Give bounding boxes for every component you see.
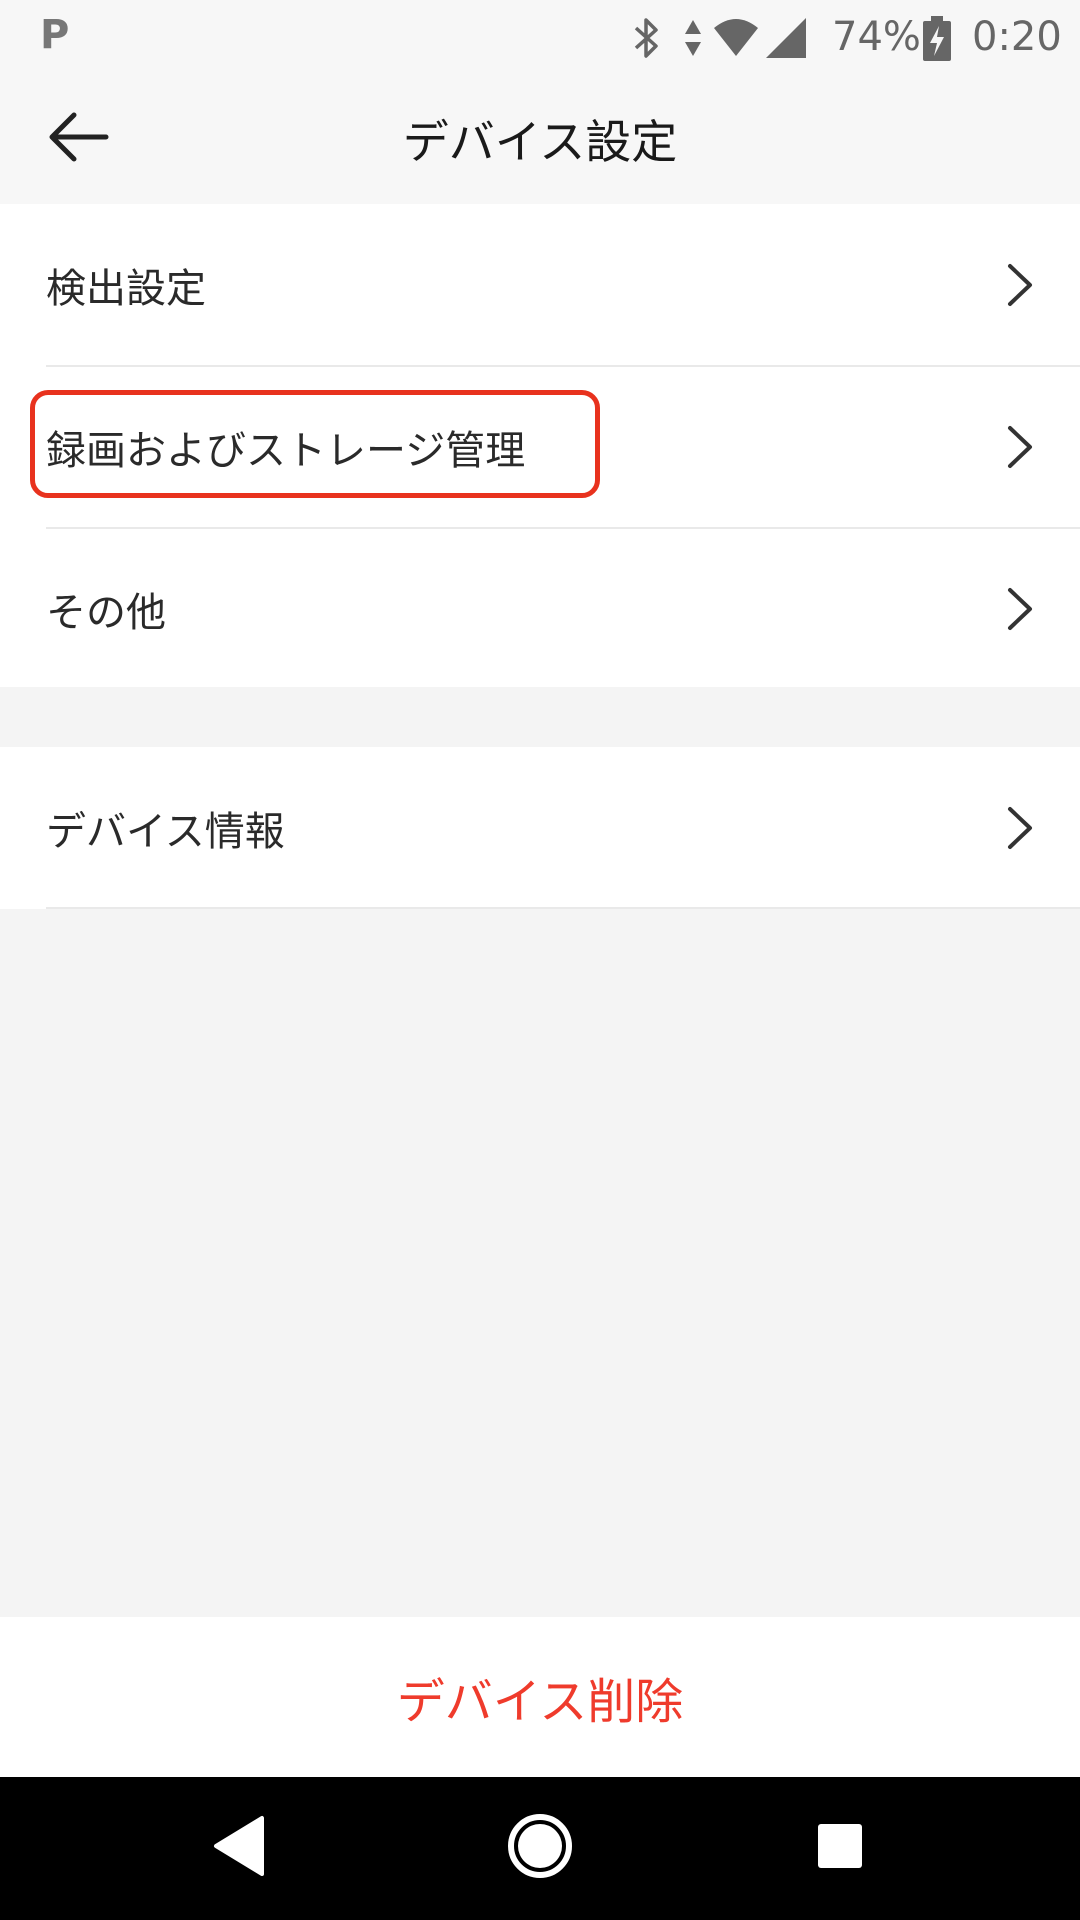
chevron-right-icon [1000,586,1040,632]
detection-settings-label: 検出設定 [46,265,206,312]
nav-back-icon [210,1814,270,1882]
nav-recents-icon [815,1821,865,1875]
settings-group-info: デバイス情報 [0,747,1080,909]
device-info-label: デバイス情報 [46,808,285,855]
wifi-icon [712,16,760,64]
nav-home-button[interactable] [495,1803,585,1893]
detection-settings-item[interactable]: 検出設定 [0,204,1080,365]
status-bar: P 74% 0:20 [0,0,1080,74]
chevron-right-icon [1000,805,1040,851]
nav-home-icon [505,1811,575,1885]
back-button[interactable] [38,104,118,174]
divider [46,907,1080,909]
chevron-right-icon [1000,262,1040,308]
arrow-left-icon [46,111,110,167]
delete-device-label: デバイス削除 [396,1674,684,1730]
chevron-right-icon [1000,424,1040,470]
recording-storage-label: 録画およびストレージ管理 [46,427,526,474]
other-settings-item[interactable]: その他 [0,528,1080,689]
clock: 0:20 [972,14,1062,60]
notification-p-icon: P [40,12,70,58]
app-header: デバイス設定 [0,74,1080,204]
data-arrows-icon [682,16,704,64]
bluetooth-icon [630,16,664,64]
nav-back-button[interactable] [195,1803,285,1893]
nav-recents-button[interactable] [795,1803,885,1893]
screen: P 74% 0:20 デバイス設定 検出設定 録画およびストレージ管理 その他 … [0,0,1080,1920]
settings-group-main: 検出設定 録画およびストレージ管理 その他 [0,204,1080,687]
delete-device-button[interactable]: デバイス削除 [0,1617,1080,1777]
other-settings-label: その他 [46,589,166,636]
battery-percent: 74% [832,14,921,60]
device-info-item[interactable]: デバイス情報 [0,747,1080,908]
signal-icon [764,16,808,64]
page-title: デバイス設定 [402,115,678,169]
system-nav-bar [0,1777,1080,1920]
recording-storage-item[interactable]: 録画およびストレージ管理 [0,366,1080,527]
battery-charging-icon [922,16,952,66]
